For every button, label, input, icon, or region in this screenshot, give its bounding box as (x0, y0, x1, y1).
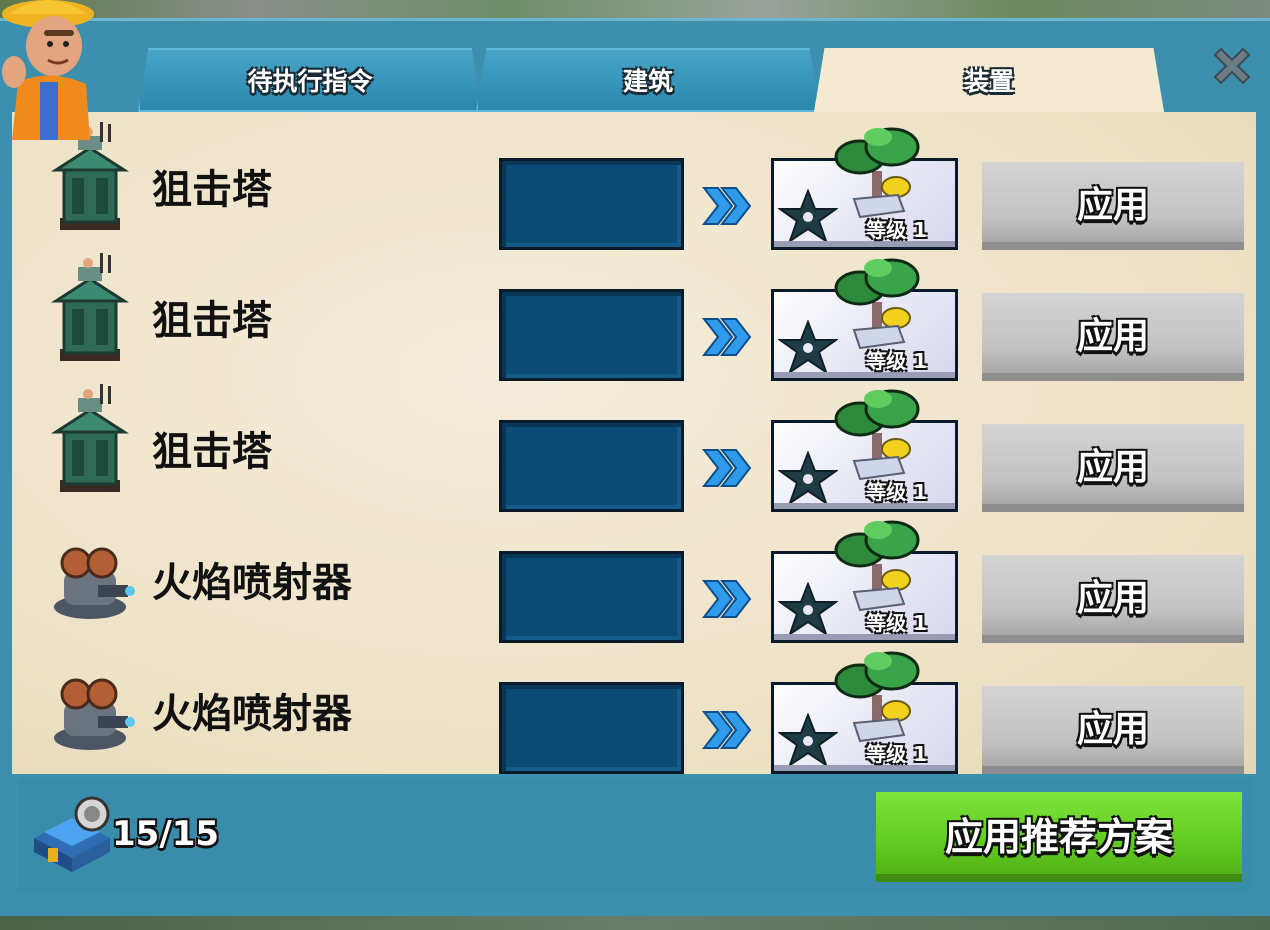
close-icon (1213, 47, 1251, 85)
double-chevron-right-icon (701, 184, 752, 228)
prototype-card[interactable]: 等级 1 (771, 651, 958, 774)
prototype-inventory-icon (34, 796, 110, 872)
prototype-card-underbar (774, 765, 955, 771)
apply-button[interactable]: 应用 (982, 686, 1244, 774)
prototype-plant-icon (834, 651, 924, 749)
star-icon (776, 319, 840, 376)
double-chevron-right-icon (701, 577, 752, 621)
double-chevron-right-icon (701, 708, 752, 752)
device-list-panel[interactable]: 狙击塔 等级 1 应用 狙击塔 等级 1 应用 狙击塔 等级 1 应用 火焰喷射… (12, 112, 1256, 774)
tab-bar: 待执行指令 建筑 装置 (138, 48, 1164, 114)
prototype-card[interactable]: 等级 1 (771, 389, 958, 512)
prototype-level: 等级 1 (866, 611, 927, 635)
prototype-level: 等级 1 (866, 742, 927, 766)
prototype-plant-icon (834, 520, 924, 618)
prototype-slot[interactable] (499, 289, 684, 381)
prototype-card[interactable]: 等级 1 (771, 258, 958, 381)
double-chevron-right-icon (701, 315, 752, 359)
close-button[interactable] (1206, 40, 1258, 92)
prototype-slot[interactable] (499, 158, 684, 250)
prototype-plant-icon (834, 127, 924, 225)
prototype-plant-icon (834, 389, 924, 487)
prototype-level: 等级 1 (866, 349, 927, 373)
device-name: 火焰喷射器 (152, 691, 352, 737)
background-map-bottom (0, 916, 1270, 930)
sniper-tower-icon (42, 253, 138, 363)
prototype-slot[interactable] (499, 551, 684, 643)
inventory-count: 15/15 (112, 814, 220, 854)
star-icon (776, 188, 840, 245)
prototype-level: 等级 1 (866, 218, 927, 242)
device-name: 狙击塔 (152, 429, 272, 475)
prototype-slot[interactable] (499, 420, 684, 512)
flamethrower-icon (42, 646, 138, 756)
flamethrower-icon (42, 515, 138, 625)
prototype-card[interactable]: 等级 1 (771, 127, 958, 250)
device-row: 狙击塔 等级 1 应用 (12, 374, 1256, 512)
star-icon (776, 712, 840, 769)
device-name: 狙击塔 (152, 298, 272, 344)
apply-button[interactable]: 应用 (982, 424, 1244, 512)
device-row: 火焰喷射器 等级 1 应用 (12, 505, 1256, 643)
prototype-slot[interactable] (499, 682, 684, 774)
device-row: 狙击塔 等级 1 应用 (12, 243, 1256, 381)
apply-recommended-button[interactable]: 应用推荐方案 (876, 792, 1242, 882)
prototype-card[interactable]: 等级 1 (771, 520, 958, 643)
star-icon (776, 450, 840, 507)
device-name: 火焰喷射器 (152, 560, 352, 606)
device-name: 狙击塔 (152, 167, 272, 213)
device-row: 火焰喷射器 等级 1 应用 (12, 636, 1256, 774)
footer-bar: 15/15 应用推荐方案 (18, 778, 1252, 890)
sniper-tower-icon (42, 384, 138, 494)
device-row: 狙击塔 等级 1 应用 (12, 112, 1256, 250)
double-chevron-right-icon (701, 446, 752, 490)
apply-button[interactable]: 应用 (982, 555, 1244, 643)
builder-avatar (2, 0, 94, 140)
tab-devices[interactable]: 装置 (814, 48, 1164, 112)
apply-button[interactable]: 应用 (982, 162, 1244, 250)
tab-buildings[interactable]: 建筑 (476, 48, 820, 112)
apply-button[interactable]: 应用 (982, 293, 1244, 381)
prototype-level: 等级 1 (866, 480, 927, 504)
tab-pending-orders[interactable]: 待执行指令 (138, 48, 482, 112)
prototype-plant-icon (834, 258, 924, 356)
star-icon (776, 581, 840, 638)
